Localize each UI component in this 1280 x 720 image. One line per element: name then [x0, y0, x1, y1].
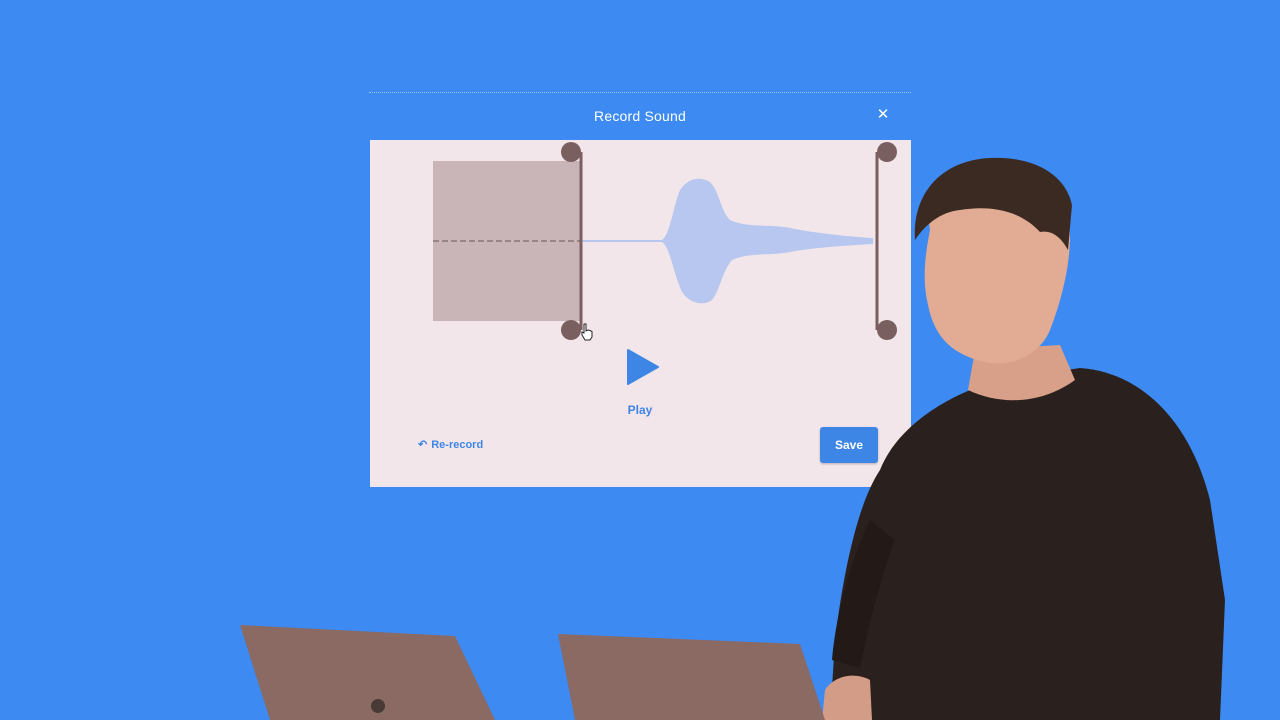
presenter-hand	[822, 675, 872, 720]
laptop-logo	[371, 699, 385, 713]
laptop-left	[240, 625, 495, 720]
presenter-scene	[240, 157, 1225, 720]
laptop-right	[558, 634, 825, 720]
